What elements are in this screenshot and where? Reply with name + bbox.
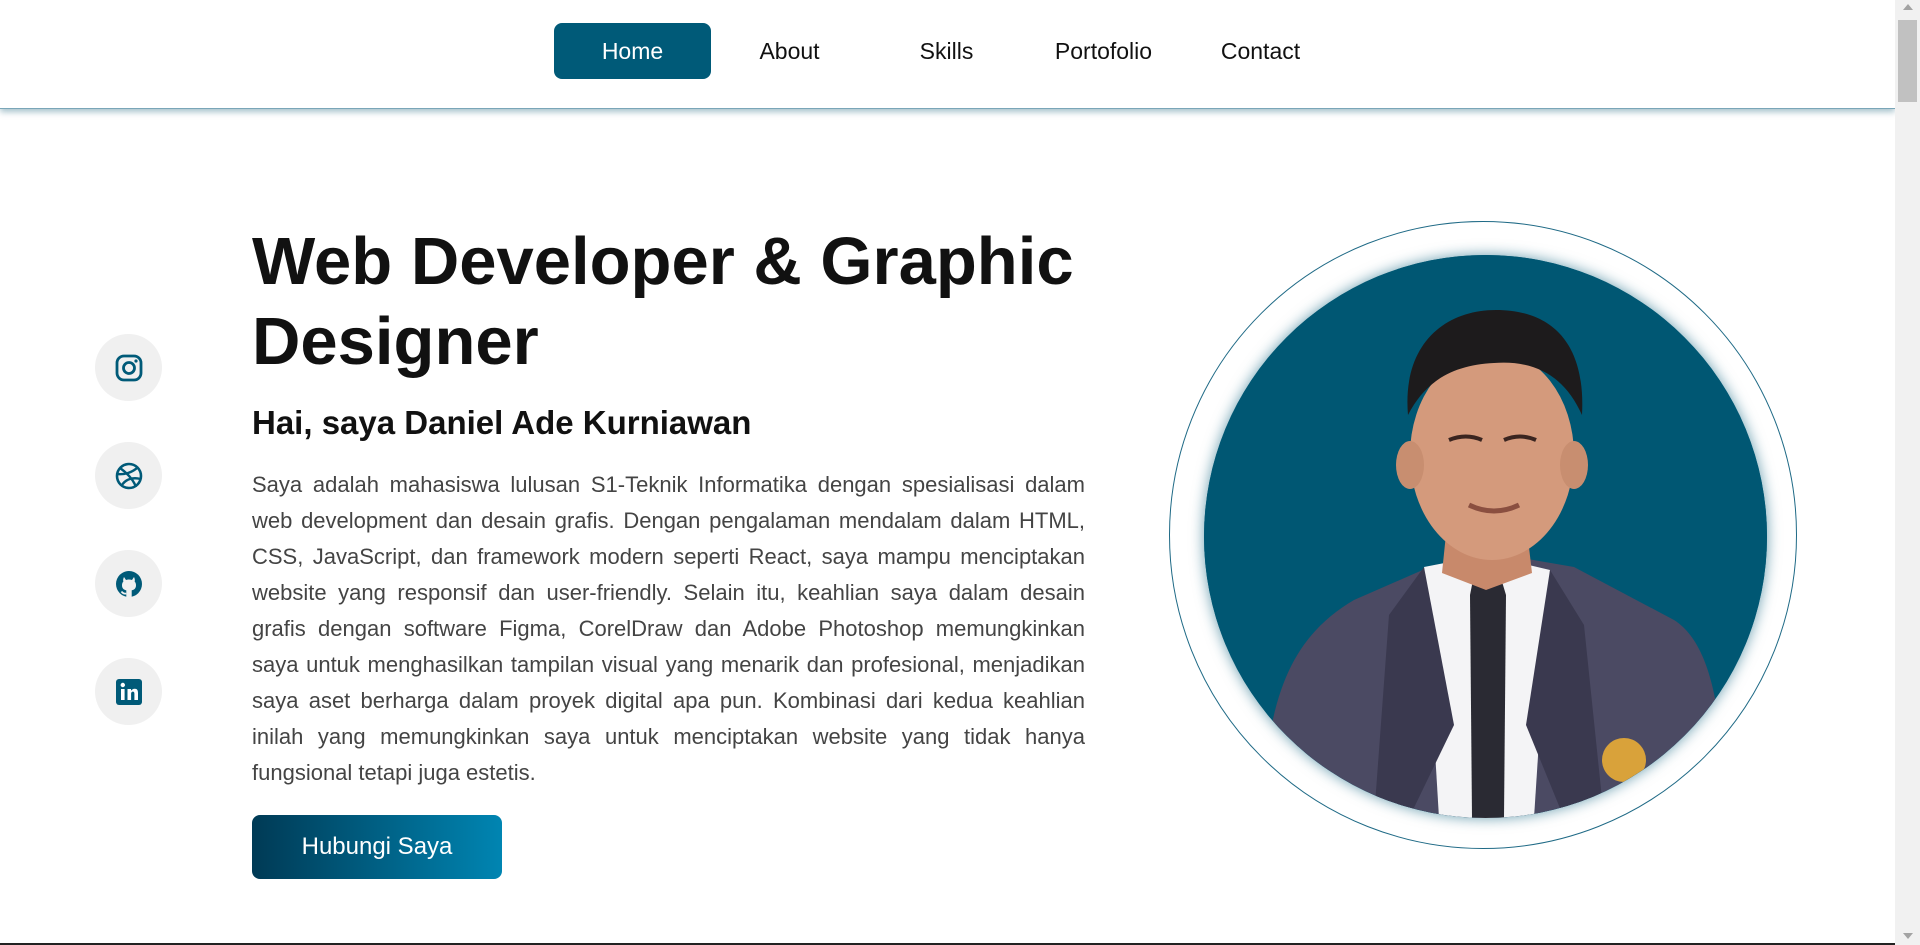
instagram-icon <box>115 354 142 381</box>
nav-portofolio[interactable]: Portofolio <box>1025 23 1182 79</box>
vertical-scrollbar[interactable] <box>1895 0 1920 945</box>
scroll-down-arrow-icon[interactable] <box>1903 933 1913 939</box>
site-header: Home About Skills Portofolio Contact <box>0 0 1895 109</box>
main-nav: Home About Skills Portofolio Contact <box>554 23 1339 79</box>
profile-photo <box>1204 255 1767 818</box>
instagram-link[interactable] <box>95 334 162 401</box>
linkedin-link[interactable] <box>95 658 162 725</box>
dribbble-link[interactable] <box>95 442 162 509</box>
scroll-up-arrow-icon[interactable] <box>1903 4 1913 10</box>
github-icon <box>115 570 142 597</box>
hero-greeting: Hai, saya Daniel Ade Kurniawan <box>252 404 752 441</box>
contact-me-button[interactable]: Hubungi Saya <box>252 815 502 879</box>
hero-description: Saya adalah mahasiswa lulusan S1-Teknik … <box>252 472 1085 785</box>
nav-about[interactable]: About <box>711 23 868 79</box>
nav-home[interactable]: Home <box>554 23 711 79</box>
portrait-illustration <box>1204 255 1767 818</box>
scroll-thumb[interactable] <box>1898 20 1917 102</box>
linkedin-icon <box>115 678 142 705</box>
hero-title: Web Developer & Graphic Designer <box>252 224 1074 379</box>
nav-skills[interactable]: Skills <box>868 23 1025 79</box>
social-links <box>95 334 162 766</box>
github-link[interactable] <box>95 550 162 617</box>
dribbble-icon <box>115 462 142 489</box>
nav-contact[interactable]: Contact <box>1182 23 1339 79</box>
